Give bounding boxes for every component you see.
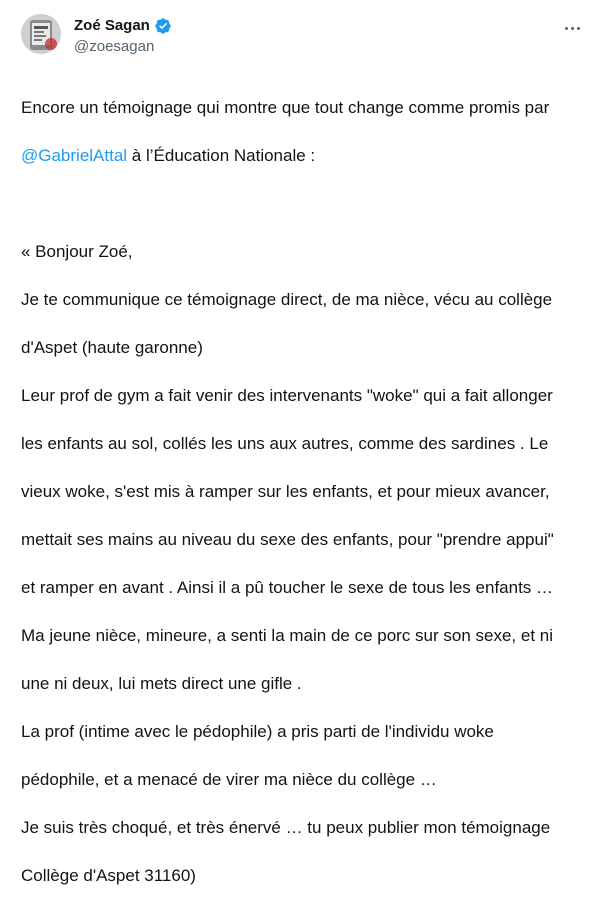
- avatar[interactable]: [21, 14, 61, 54]
- mention-link[interactable]: @GabrielAttal: [21, 146, 127, 165]
- verified-badge-icon: [154, 17, 172, 35]
- more-horizontal-icon[interactable]: [559, 18, 585, 38]
- quote-line: les enfants au sol, collés les uns aux a…: [21, 434, 549, 453]
- quote-line: La prof (intime avec le pédophile) a pri…: [21, 722, 494, 741]
- quote-line: et ramper en avant . Ainsi il a pû touch…: [21, 578, 554, 597]
- tweet-intro-line-2: @GabrielAttal à l’Éducation Nationale :: [21, 144, 581, 168]
- quote-line: pédophile, et a menacé de virer ma nièce…: [21, 770, 437, 789]
- quote-line: d'Aspet (haute garonne): [21, 338, 203, 357]
- tweet-intro-rest: à l’Éducation Nationale :: [127, 146, 316, 165]
- tweet-card: Zoé Sagan @zoesagan Encore un témoignage…: [0, 0, 595, 885]
- display-name[interactable]: Zoé Sagan: [74, 16, 150, 36]
- quote-line: Je suis très choqué, et très énervé … tu…: [21, 818, 551, 837]
- name-row: Zoé Sagan: [74, 16, 172, 36]
- quote-line: « Bonjour Zoé,: [21, 242, 133, 261]
- tweet-text: Encore un témoignage qui montre que tout…: [21, 72, 581, 912]
- user-handle[interactable]: @zoesagan: [74, 37, 172, 57]
- quote-line: Ma jeune nièce, mineure, a senti la main…: [21, 626, 554, 645]
- quote-line: Collège d'Aspet 31160): [21, 866, 196, 885]
- avatar-image: [21, 14, 61, 54]
- quote-line: Leur prof de gym a fait venir des interv…: [21, 386, 553, 405]
- quote-line: mettait ses mains au niveau du sexe des …: [21, 530, 554, 549]
- tweet-header: Zoé Sagan @zoesagan: [74, 16, 172, 57]
- quote-line: une ni deux, lui mets direct une gifle .: [21, 674, 302, 693]
- quote-line: Je te communique ce témoignage direct, d…: [21, 290, 553, 309]
- quote-line: vieux woke, s'est mis à ramper sur les e…: [21, 482, 550, 501]
- tweet-intro-line: Encore un témoignage qui montre que tout…: [21, 98, 550, 117]
